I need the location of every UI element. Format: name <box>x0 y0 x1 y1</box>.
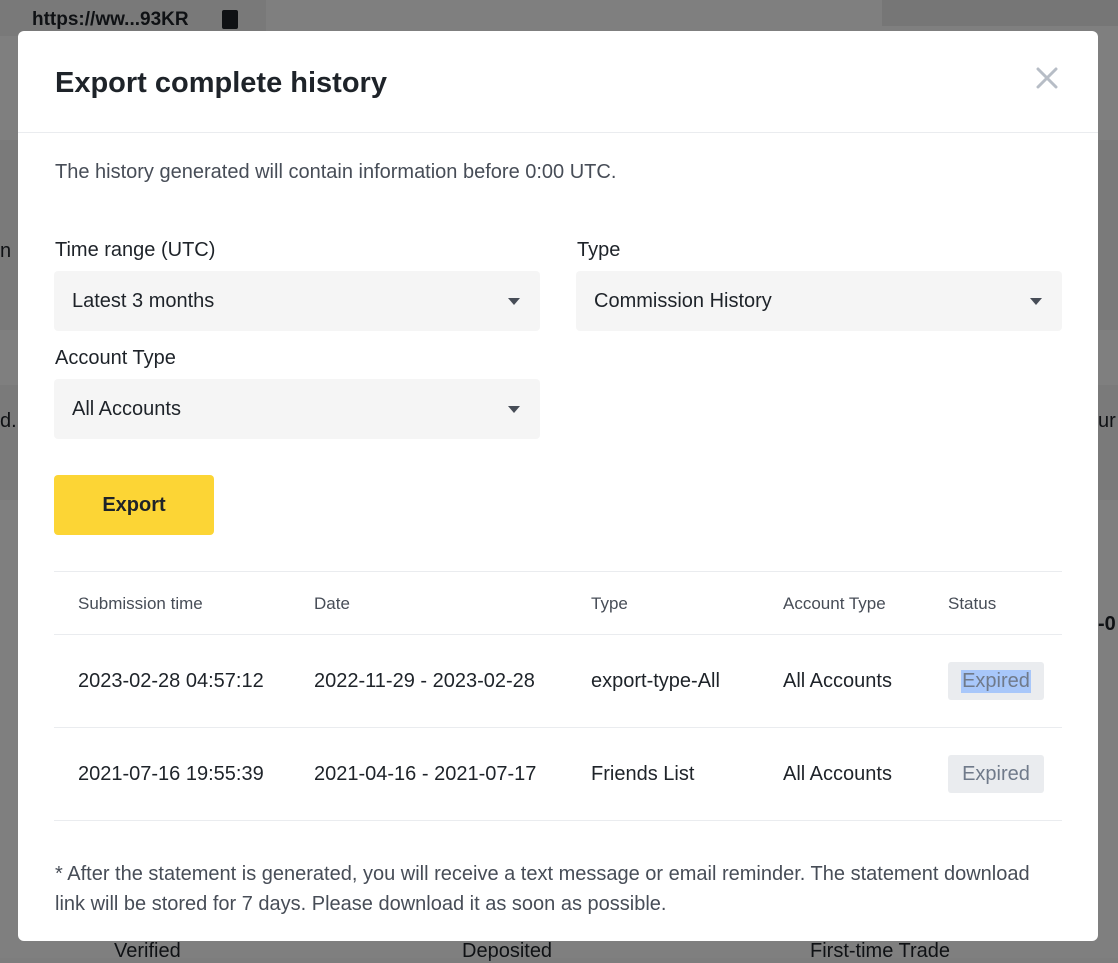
account-type-cell: All Accounts <box>783 670 892 692</box>
account-type-label: Account Type <box>55 347 176 369</box>
type-cell: export-type-All <box>591 670 720 692</box>
column-date: Date <box>314 594 350 613</box>
account-type-select[interactable]: All Accounts <box>54 379 540 439</box>
submission-time-cell: 2021-07-16 19:55:39 <box>78 763 264 785</box>
table-header: Submission time Date Type Account Type S… <box>54 571 1062 635</box>
table-row: 2021-07-16 19:55:39 2021-04-16 - 2021-07… <box>54 728 1062 821</box>
status-badge: Expired <box>948 662 1044 700</box>
type-value: Commission History <box>594 289 772 312</box>
date-range-cell: 2022-11-29 - 2023-02-28 <box>314 670 535 692</box>
export-history-table: Submission time Date Type Account Type S… <box>54 571 1062 821</box>
chevron-down-icon <box>508 297 520 305</box>
close-button[interactable] <box>1030 61 1064 95</box>
status-badge: Expired <box>948 755 1044 793</box>
footnote: * After the statement is generated, you … <box>55 863 1030 915</box>
column-submission-time: Submission time <box>78 594 203 613</box>
account-type-value: All Accounts <box>72 397 181 420</box>
close-icon <box>1036 67 1058 89</box>
status-text: Expired <box>961 669 1031 693</box>
type-cell: Friends List <box>591 763 695 785</box>
account-type-cell: All Accounts <box>783 763 892 785</box>
column-type: Type <box>591 594 628 613</box>
chevron-down-icon <box>508 405 520 413</box>
type-label: Type <box>577 239 621 261</box>
export-button[interactable]: Export <box>54 475 214 535</box>
time-range-label: Time range (UTC) <box>55 239 216 261</box>
date-range-cell: 2021-04-16 - 2021-07-17 <box>314 763 537 785</box>
column-status: Status <box>948 594 997 613</box>
utc-notice: The history generated will contain infor… <box>55 161 617 183</box>
modal-header: Export complete history <box>18 31 1098 133</box>
time-range-value: Latest 3 months <box>72 289 215 312</box>
status-text: Expired <box>962 762 1030 785</box>
table-row: 2023-02-28 04:57:12 2022-11-29 - 2023-02… <box>54 635 1062 728</box>
chevron-down-icon <box>1030 297 1042 305</box>
column-account-type: Account Type <box>783 594 886 613</box>
submission-time-cell: 2023-02-28 04:57:12 <box>78 670 264 692</box>
time-range-select[interactable]: Latest 3 months <box>54 271 540 331</box>
export-history-modal: Export complete history The history gene… <box>18 31 1098 941</box>
modal-title: Export complete history <box>55 67 387 99</box>
type-select[interactable]: Commission History <box>576 271 1062 331</box>
